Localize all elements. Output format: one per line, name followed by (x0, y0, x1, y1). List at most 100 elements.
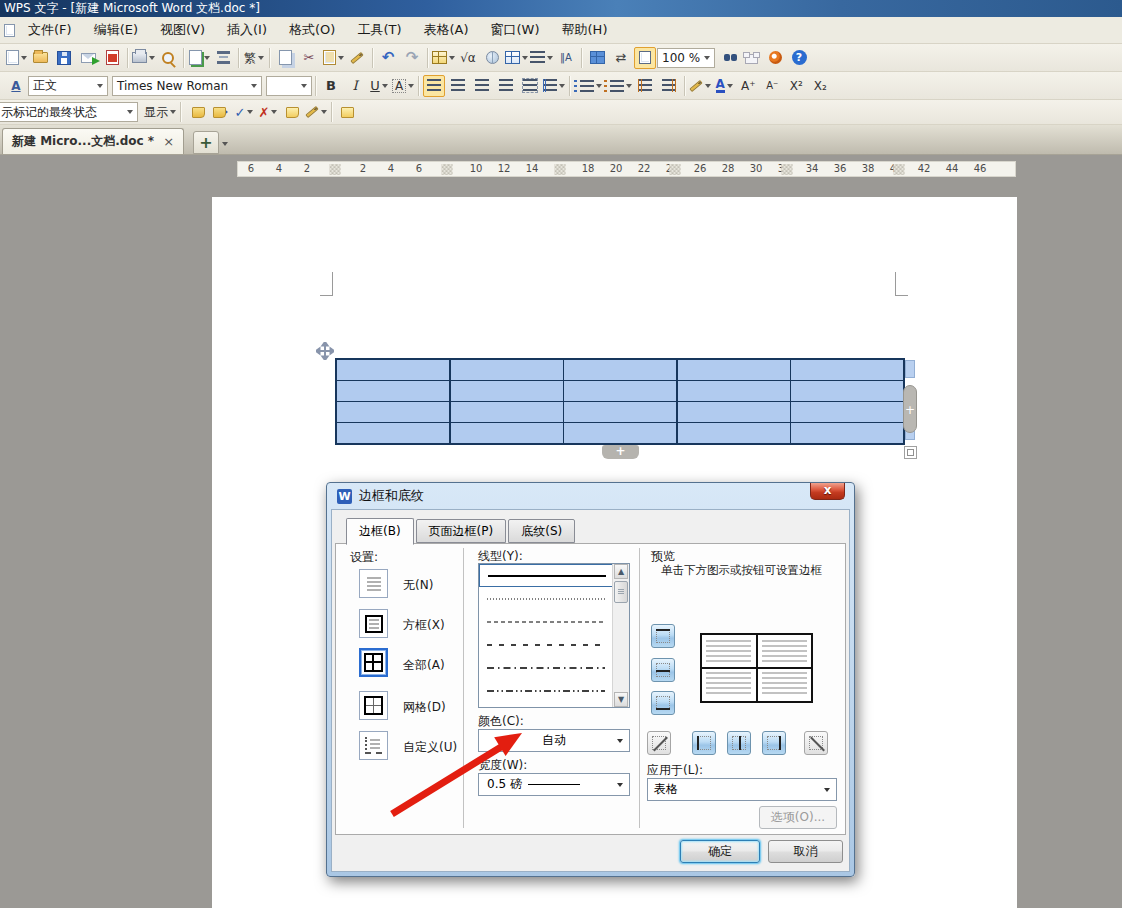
setting-box-button[interactable] (359, 609, 388, 638)
new-document-button[interactable] (5, 47, 27, 69)
table-cell[interactable] (337, 402, 449, 422)
table-cell[interactable] (678, 381, 790, 401)
table-move-handle[interactable] (316, 342, 334, 360)
tab-borders[interactable]: 边框(B) (346, 518, 414, 545)
export-pdf-button[interactable] (101, 47, 123, 69)
document-tab[interactable]: 新建 Micro...文档.doc * × (2, 128, 184, 154)
align-center-button[interactable] (447, 75, 469, 97)
subscript-button[interactable]: X₂ (809, 75, 831, 97)
italic-button[interactable]: I (344, 75, 366, 97)
find-button[interactable] (716, 47, 738, 69)
menu-tools[interactable]: 工具(T) (346, 18, 412, 42)
menu-view[interactable]: 视图(V) (149, 18, 216, 42)
align-left-button[interactable] (423, 75, 445, 97)
new-tab-dropdown[interactable] (222, 142, 228, 146)
table-cell[interactable] (564, 360, 676, 380)
bullet-list-button[interactable] (604, 75, 632, 97)
table-cell[interactable] (451, 402, 563, 422)
numbered-list-button[interactable] (574, 75, 602, 97)
cut-button[interactable]: ✂ (298, 47, 320, 69)
skin-button[interactable] (740, 47, 762, 69)
font-size-combobox[interactable] (266, 76, 312, 96)
redo-button[interactable]: ↷ (401, 47, 423, 69)
preview-diag-up-button[interactable] (647, 731, 671, 755)
table-cell[interactable] (791, 423, 903, 443)
table-cell[interactable] (564, 423, 676, 443)
char-border-button[interactable]: A (392, 75, 414, 97)
weibo-button[interactable] (764, 47, 786, 69)
table-cell[interactable] (678, 423, 790, 443)
zoom-combobox[interactable]: 100 % (657, 48, 715, 68)
ok-button[interactable]: 确定 (680, 840, 760, 863)
table-cell[interactable] (564, 381, 676, 401)
window-menu-icon[interactable] (4, 24, 15, 37)
draw-table-button[interactable] (432, 47, 455, 69)
row-handle-top[interactable] (905, 360, 915, 378)
table-cell[interactable] (791, 402, 903, 422)
accept-change-button[interactable]: ✓ (233, 101, 255, 123)
table-cell[interactable] (678, 360, 790, 380)
line-style-scrollbar[interactable]: ▲ ▼ (612, 564, 629, 707)
page-layout-button[interactable] (634, 47, 656, 69)
line-style-solid[interactable] (479, 564, 629, 587)
markup-state-combobox[interactable]: 示标记的最终状态 (0, 102, 138, 122)
document-map-button[interactable] (586, 47, 608, 69)
preview-diag-down-button[interactable] (804, 731, 828, 755)
table-cell[interactable] (337, 423, 449, 443)
tab-page-border[interactable]: 页面边框(P) (416, 519, 507, 543)
table-cell[interactable] (451, 423, 563, 443)
paste-button[interactable] (322, 47, 344, 69)
document-table[interactable] (335, 358, 905, 445)
highlight2-button[interactable] (305, 101, 327, 123)
table-resize-handle[interactable]: + (903, 385, 917, 433)
traditional-convert-button[interactable]: 繁 (243, 47, 265, 69)
new-from-template-button[interactable] (188, 47, 210, 69)
tab-shading[interactable]: 底纹(S) (508, 519, 575, 543)
style-combobox[interactable]: 正文 (28, 76, 108, 96)
underline-button[interactable]: U (368, 75, 390, 97)
increase-indent-button[interactable] (658, 75, 680, 97)
dialog-titlebar[interactable]: W 边框和底纹 (327, 483, 854, 509)
next-change-button[interactable] (209, 101, 231, 123)
tab-stops-button[interactable]: ‖A (555, 47, 577, 69)
setting-all-button[interactable] (359, 648, 388, 677)
previous-change-button[interactable] (185, 101, 207, 123)
line-style-dash-dot-dot[interactable] (479, 679, 629, 702)
setting-grid-button[interactable] (359, 691, 388, 720)
style-gallery-icon[interactable]: A (5, 75, 27, 97)
font-combobox[interactable]: Times New Roman (112, 76, 262, 96)
print-preview-button[interactable] (157, 47, 179, 69)
copy-button[interactable] (274, 47, 296, 69)
preview-vcenter-border-button[interactable] (727, 731, 751, 755)
send-email-button[interactable] (77, 47, 99, 69)
menu-window[interactable]: 窗口(W) (480, 18, 551, 42)
menu-insert[interactable]: 插入(I) (216, 18, 278, 42)
justify-button[interactable] (495, 75, 517, 97)
menu-table[interactable]: 表格(A) (413, 18, 480, 42)
table-cell[interactable] (791, 381, 903, 401)
preview-right-border-button[interactable] (762, 731, 786, 755)
table-corner-handle[interactable] (904, 446, 917, 459)
insert-comment-button[interactable] (281, 101, 303, 123)
menu-edit[interactable]: 编辑(E) (83, 18, 149, 42)
align-right-button[interactable] (471, 75, 493, 97)
line-style-dash-dot[interactable] (479, 656, 629, 679)
line-style-dash-sparse[interactable] (479, 633, 629, 656)
table-cell[interactable] (451, 360, 563, 380)
open-button[interactable] (29, 47, 51, 69)
comments-pane-button[interactable] (336, 101, 358, 123)
bold-button[interactable]: B (320, 75, 342, 97)
scroll-down-icon[interactable]: ▼ (614, 692, 628, 707)
menu-file[interactable]: 文件(F) (17, 18, 83, 42)
line-spacing-button[interactable] (543, 75, 565, 97)
add-row-button[interactable]: + (602, 445, 639, 459)
preview-bottom-border-button[interactable] (651, 691, 675, 715)
preview-diagram[interactable] (700, 633, 813, 703)
close-tab-icon[interactable]: × (163, 134, 174, 149)
format-painter-button[interactable] (346, 47, 368, 69)
scroll-thumb[interactable] (614, 581, 628, 603)
decrease-indent-button[interactable] (634, 75, 656, 97)
scroll-up-icon[interactable]: ▲ (614, 564, 628, 579)
preview-hcenter-border-button[interactable] (651, 658, 675, 682)
superscript-button[interactable]: X² (785, 75, 807, 97)
